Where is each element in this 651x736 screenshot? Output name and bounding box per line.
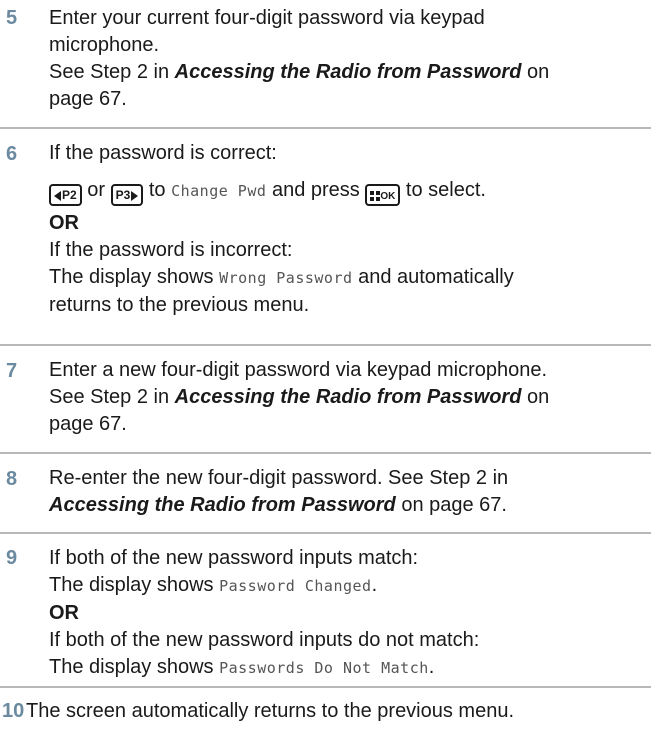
step-text: Re-enter the new four-digit password. Se… [49, 467, 509, 489]
step-divider [0, 127, 651, 129]
step-number: 5 [6, 7, 18, 29]
step-text: The screen automatically returns to the … [26, 700, 515, 722]
page-reference: page 67. [49, 413, 127, 435]
step-number: 8 [6, 468, 18, 490]
step-number: 6 [6, 143, 18, 165]
cross-reference: See Step 2 in Accessing the Radio from P… [49, 386, 550, 408]
step-text: returns to the previous menu. [49, 294, 310, 316]
step-body: Enter a new four-digit password via keyp… [49, 357, 649, 438]
step-body: Enter your current four-digit password v… [49, 5, 649, 113]
or-label: OR [49, 602, 79, 624]
step-divider [0, 452, 651, 454]
step-text: If both of the new password inputs match… [49, 547, 419, 569]
step-divider [0, 532, 651, 534]
display-message-line: The display shows Passwords Do Not Match… [49, 656, 435, 678]
display-message: Passwords Do Not Match [219, 659, 429, 677]
step-text: If both of the new password inputs do no… [49, 629, 480, 651]
menu-ok-key-icon: OK [365, 184, 401, 206]
step-divider [0, 686, 651, 688]
step-body: If the password is correct: P2 or P3 to … [49, 140, 649, 319]
step-text: If the password is incorrect: [49, 239, 293, 261]
or-label: OR [49, 212, 79, 234]
step-number: 10 [2, 700, 25, 722]
step-text: microphone. [49, 34, 160, 56]
step-body: If both of the new password inputs match… [49, 545, 649, 682]
display-message-line: The display shows Password Changed. [49, 574, 378, 596]
step-text: Enter a new four-digit password via keyp… [49, 359, 548, 381]
step-number: 9 [6, 547, 18, 569]
step-text: Enter your current four-digit password v… [49, 7, 485, 29]
cross-reference: See Step 2 in Accessing the Radio from P… [49, 61, 550, 83]
step-body: The screen automatically returns to the … [26, 698, 626, 725]
display-message: Wrong Password [219, 269, 353, 287]
step-number: 7 [6, 360, 18, 382]
step-divider [0, 344, 651, 346]
cross-reference: Accessing the Radio from Password on pag… [49, 494, 507, 516]
step-body: Re-enter the new four-digit password. Se… [49, 465, 649, 519]
display-message: Password Changed [219, 577, 372, 595]
p2-key-icon: P2 [49, 184, 82, 206]
step-text: If the password is correct: [49, 142, 277, 164]
key-instruction: P2 or P3 to Change Pwd and press OK to s… [49, 177, 649, 206]
reference-link[interactable]: Accessing the Radio from Password [175, 61, 522, 83]
menu-item-name: Change Pwd [171, 182, 267, 200]
p3-key-icon: P3 [110, 184, 144, 206]
reference-link[interactable]: Accessing the Radio from Password [49, 494, 396, 516]
page-reference: page 67. [49, 88, 127, 110]
display-message-line: The display shows Wrong Password and aut… [49, 266, 514, 288]
reference-link[interactable]: Accessing the Radio from Password [175, 386, 522, 408]
